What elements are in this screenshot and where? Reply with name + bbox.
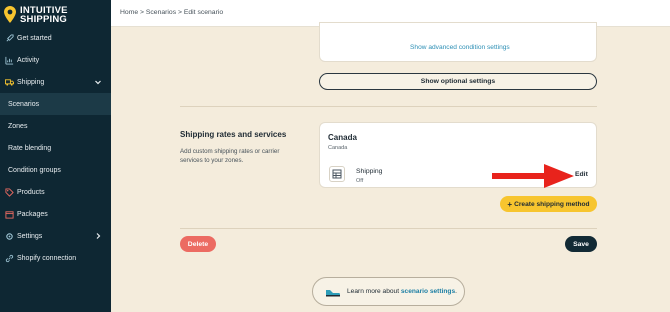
sidebar-item-get-started[interactable]: Get started: [0, 27, 111, 49]
shoe-icon: [325, 287, 341, 297]
create-shipping-method-label: Create shipping method: [514, 200, 590, 208]
learn-more-suffix: .: [455, 288, 457, 295]
sidebar-item-shopify-connection[interactable]: Shopify connection: [0, 247, 111, 269]
sidebar-item-label: Condition groups: [8, 166, 61, 174]
footer-divider: [180, 228, 597, 229]
sidebar-item-label: Shipping: [17, 78, 45, 86]
plus-icon: +: [507, 199, 513, 209]
show-advanced-condition-settings-link[interactable]: Show advanced condition settings: [410, 44, 510, 51]
sidebar: INTUITIVE SHIPPING Get started Activity …: [0, 0, 111, 312]
show-optional-settings-button[interactable]: Show optional settings: [319, 73, 597, 90]
sidebar-item-label: Get started: [17, 34, 52, 42]
truck-icon: [4, 77, 14, 87]
tag-icon: [4, 187, 14, 197]
sidebar-item-activity[interactable]: Activity: [0, 49, 111, 71]
sidebar-item-settings[interactable]: Settings: [0, 225, 111, 247]
sidebar-item-shipping[interactable]: Shipping: [0, 71, 111, 93]
zone-name: Canada: [328, 133, 357, 142]
delete-button[interactable]: Delete: [180, 236, 216, 252]
zone-subtitle: Canada: [328, 145, 348, 151]
breadcrumb: Home > Scenarios > Edit scenario: [120, 9, 224, 16]
sidebar-item-rate-blending[interactable]: Rate blending: [0, 137, 111, 159]
sidebar-nav: Get started Activity Shipping Scenarios …: [0, 27, 111, 269]
sidebar-item-condition-groups[interactable]: Condition groups: [0, 159, 111, 181]
sidebar-item-products[interactable]: Products: [0, 181, 111, 203]
link-icon: [4, 253, 14, 263]
scenario-settings-link[interactable]: scenario settings: [401, 288, 455, 295]
brand-line-2: SHIPPING: [20, 14, 67, 25]
sidebar-item-label: Settings: [17, 232, 43, 240]
shipping-rates-description: Add custom shipping rates or carrier ser…: [180, 148, 280, 164]
sidebar-item-label: Rate blending: [8, 144, 52, 152]
chevron-down-icon[interactable]: [93, 77, 103, 87]
edit-shipping-method-button[interactable]: Edit: [575, 171, 588, 178]
sidebar-item-scenarios[interactable]: Scenarios: [0, 93, 111, 115]
learn-more-banner[interactable]: Learn more about scenario settings .: [312, 277, 465, 306]
sidebar-item-label: Activity: [17, 56, 40, 64]
chevron-right-icon[interactable]: [93, 231, 103, 241]
gear-icon: [4, 231, 14, 241]
box-icon: [4, 209, 14, 219]
sidebar-item-label: Packages: [17, 210, 48, 218]
location-pin-icon: [4, 6, 16, 24]
save-button[interactable]: Save: [565, 236, 597, 252]
sidebar-item-label: Products: [17, 188, 45, 196]
red-arrow-annotation: [492, 164, 574, 188]
chart-icon: [4, 55, 14, 65]
shipping-method-icon: [329, 166, 345, 182]
brand-logo[interactable]: INTUITIVE SHIPPING: [4, 4, 68, 26]
learn-more-prefix: Learn more about: [347, 288, 401, 295]
shipping-method-name: Shipping: [356, 168, 383, 175]
sidebar-item-packages[interactable]: Packages: [0, 203, 111, 225]
shipping-method-status: Off: [356, 178, 364, 184]
zone-card: Canada Canada Shipping Off Edit: [319, 122, 597, 188]
create-shipping-method-button[interactable]: + Create shipping method: [500, 196, 597, 212]
sidebar-item-zones[interactable]: Zones: [0, 115, 111, 137]
sidebar-item-label: Zones: [8, 122, 28, 130]
sidebar-item-label: Scenarios: [8, 100, 40, 108]
section-divider: [180, 106, 597, 107]
rocket-icon: [4, 33, 14, 43]
shipping-rates-title: Shipping rates and services: [180, 130, 287, 139]
sidebar-item-label: Shopify connection: [17, 254, 77, 262]
conditions-card: Show advanced condition settings: [319, 22, 597, 62]
